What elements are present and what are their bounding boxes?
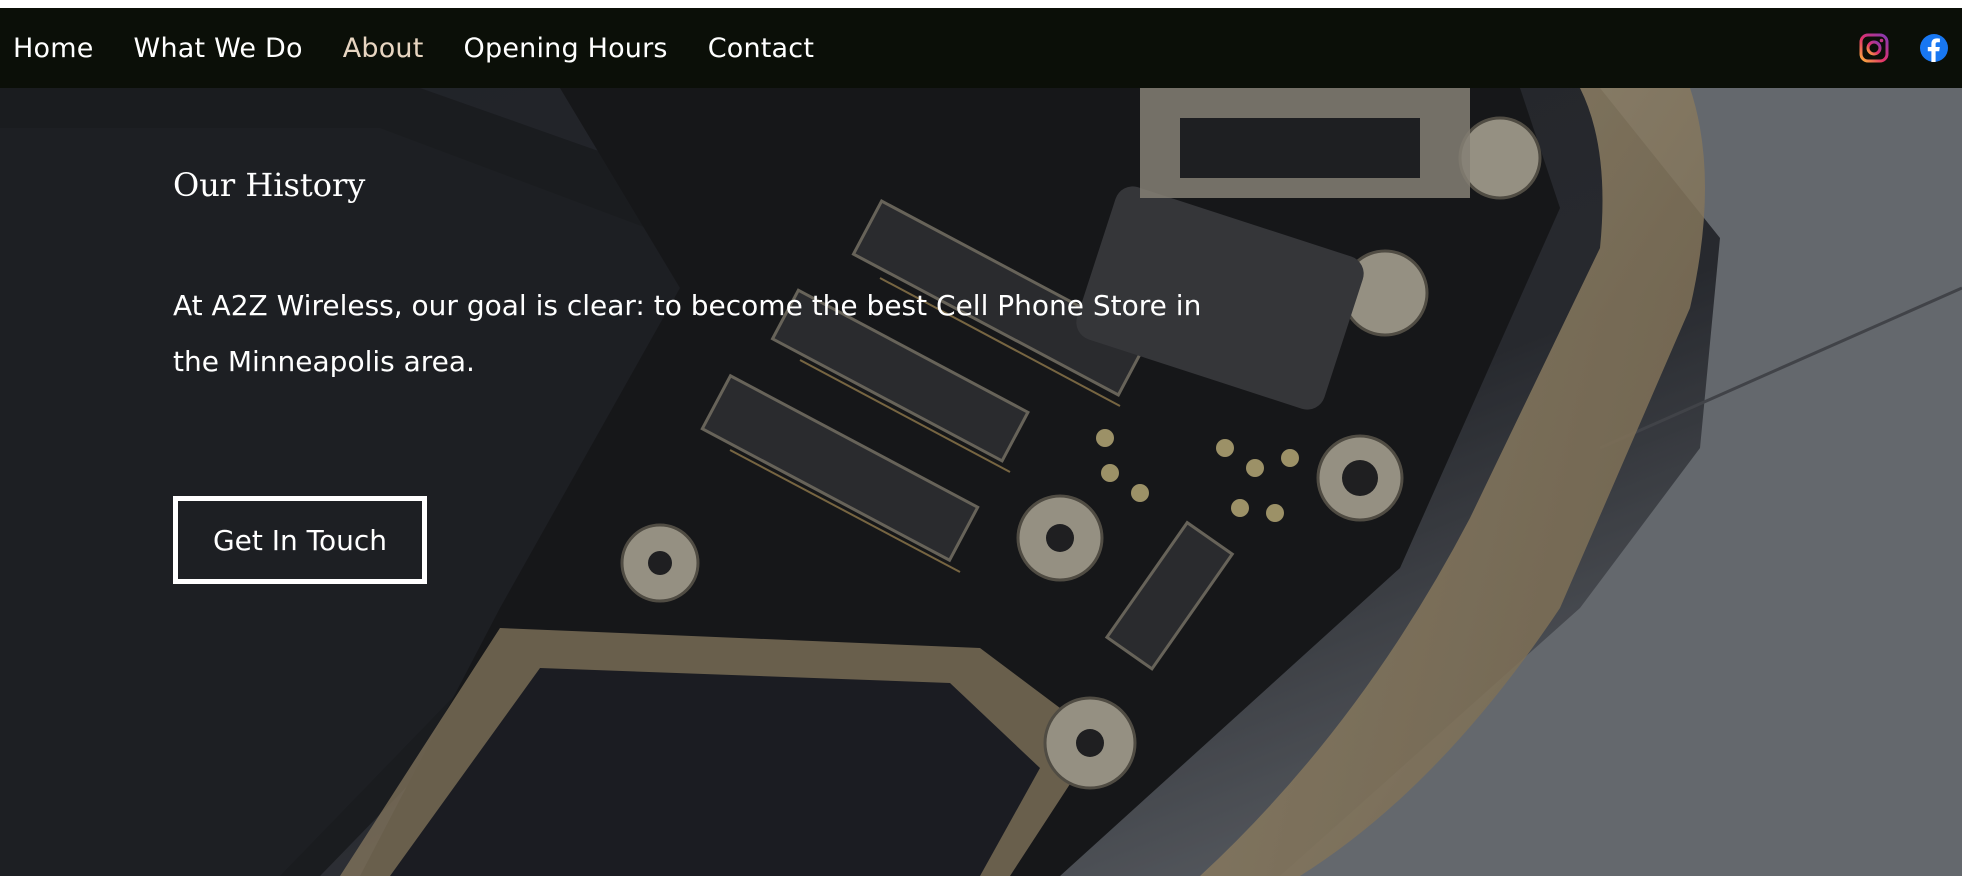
nav-about[interactable]: About — [343, 33, 424, 64]
nav-contact[interactable]: Contact — [708, 33, 814, 64]
nav-what-we-do[interactable]: What We Do — [134, 33, 303, 64]
hero-section: Our History At A2Z Wireless, our goal is… — [0, 88, 1962, 876]
nav-home[interactable]: Home — [13, 33, 94, 64]
instagram-icon[interactable] — [1859, 33, 1889, 63]
get-in-touch-button[interactable]: Get In Touch — [173, 496, 427, 584]
facebook-icon[interactable] — [1919, 33, 1949, 63]
history-paragraph: At A2Z Wireless, our goal is clear: to b… — [173, 289, 1202, 378]
nav-opening-hours[interactable]: Opening Hours — [464, 33, 668, 64]
main-navbar: Home What We Do About Opening Hours Cont… — [0, 8, 1962, 88]
page-title: Our History — [173, 166, 366, 204]
hero-background-image — [0, 88, 1962, 876]
social-links — [1859, 8, 1949, 88]
top-strip — [0, 0, 1962, 8]
